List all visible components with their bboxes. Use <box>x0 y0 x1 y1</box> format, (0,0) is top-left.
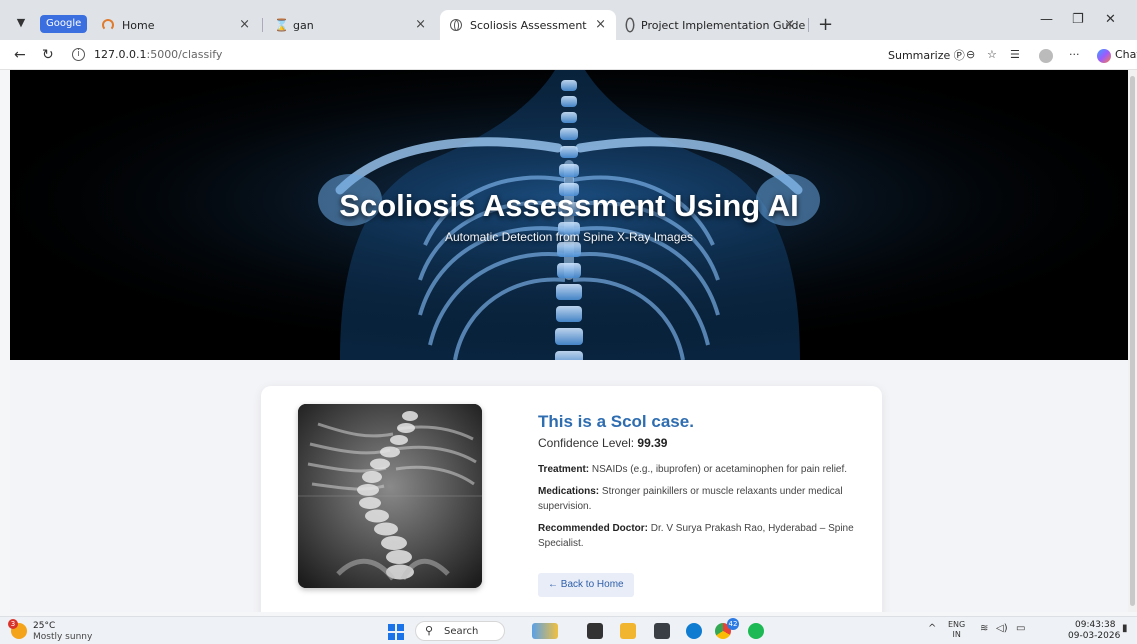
back-arrow-icon[interactable]: ← <box>14 47 26 63</box>
treatment-text: NSAIDs (e.g., ibuprofen) or acetaminophe… <box>591 464 848 475</box>
copilot-icon[interactable] <box>1097 49 1111 63</box>
tab-gan[interactable]: ⌛ gan × <box>264 10 436 40</box>
summarize-label: Summarize <box>888 49 951 62</box>
page-viewport: Scoliosis Assessment Using AI Automatic … <box>10 70 1128 612</box>
spotify-icon[interactable] <box>748 623 764 639</box>
tab-separator <box>262 18 263 32</box>
doctor-info: Recommended Doctor: Dr. V Surya Prakash … <box>538 521 858 551</box>
back-to-home-button[interactable]: ← Back to Home <box>538 573 634 597</box>
treatment-label: Treatment: <box>538 464 590 475</box>
language-indicator[interactable]: ENG IN <box>948 620 965 640</box>
wifi-icon[interactable]: ≋ <box>980 623 988 634</box>
weather-badge: 3 <box>8 619 18 629</box>
tab-actions-chevron-icon[interactable]: ▼ <box>10 12 32 34</box>
tray-chevron-up-icon[interactable]: ^ <box>928 623 936 634</box>
tab-separator <box>808 18 809 32</box>
file-explorer-icon[interactable] <box>620 623 636 639</box>
close-tab-icon[interactable]: × <box>239 17 250 32</box>
search-icon: ⚲ <box>425 624 434 637</box>
mail-app-icon[interactable] <box>654 623 670 639</box>
chrome-notification-badge: 42 <box>727 618 739 630</box>
xray-graphic <box>298 404 482 588</box>
widgets-app-icon[interactable] <box>532 623 558 639</box>
close-tab-icon[interactable]: × <box>415 17 426 32</box>
confidence-level: Confidence Level: 99.39 <box>538 436 858 450</box>
site-info-icon[interactable]: i <box>72 48 85 61</box>
url-text: 127.0.0.1:5000/classify <box>94 48 222 61</box>
battery-icon[interactable]: ▭ <box>1016 623 1025 634</box>
refresh-icon[interactable]: ↻ <box>42 47 54 63</box>
hourglass-favicon-icon: ⌛ <box>274 18 289 32</box>
volume-icon[interactable]: ◁) <box>996 623 1008 634</box>
url-host: 127.0.0.1 <box>94 48 147 61</box>
medications-label: Medications: <box>538 486 600 497</box>
taskbar-search[interactable]: ⚲ Search <box>415 621 505 641</box>
tab-strip: ▼ Google Home × ⌛ gan × Scoliosis Assess… <box>0 0 1137 40</box>
close-tab-icon[interactable]: × <box>784 17 795 32</box>
tab-title: Home <box>122 18 155 32</box>
hero-subtitle: Automatic Detection from Spine X-Ray Ima… <box>444 230 694 244</box>
task-view-icon[interactable] <box>587 623 603 639</box>
tab-scoliosis-assessment[interactable]: Scoliosis Assessment × <box>440 10 616 40</box>
edge-browser-icon[interactable] <box>686 623 702 639</box>
clock-time[interactable]: 09:43:38 <box>1075 620 1115 630</box>
page-scrollbar[interactable] <box>1128 70 1137 612</box>
globe-favicon-icon <box>450 19 462 31</box>
tab-title: Scoliosis Assessment <box>470 18 587 32</box>
tab-group-label[interactable]: Google <box>40 15 88 33</box>
confidence-label: Confidence Level: <box>538 436 635 450</box>
confidence-value: 99.39 <box>637 436 668 450</box>
profile-avatar-icon[interactable] <box>1039 49 1053 63</box>
address-bar: ← ↻ i 127.0.0.1:5000/classify Summarize … <box>0 40 1137 70</box>
zoom-icon[interactable]: ⊖ <box>966 48 975 61</box>
search-label: Search <box>444 626 479 637</box>
result-details: This is a Scol case. Confidence Level: 9… <box>538 412 858 551</box>
language-code: ENG <box>948 620 966 629</box>
chat-label[interactable]: Chat <box>1115 48 1137 61</box>
windows-start-icon[interactable] <box>388 624 404 640</box>
home-favicon-icon <box>102 19 114 31</box>
spine-xray-image <box>298 404 482 588</box>
close-tab-icon[interactable]: × <box>595 17 606 32</box>
result-title: This is a Scol case. <box>538 412 694 431</box>
chatgpt-favicon-icon <box>627 19 633 31</box>
hero-banner: Scoliosis Assessment Using AI Automatic … <box>10 70 1128 360</box>
treatment-info: Treatment: NSAIDs (e.g., ibuprofen) or a… <box>538 462 858 477</box>
new-tab-plus-icon[interactable]: + <box>818 14 833 35</box>
tab-title: gan <box>293 18 314 32</box>
favorite-star-icon[interactable]: ☆ <box>987 48 997 61</box>
taskbar: 3 25°C Mostly sunny ⚲ Search 42 ^ ENG IN … <box>0 616 1137 644</box>
more-options-icon[interactable]: ··· <box>1069 48 1080 61</box>
clock-date[interactable]: 09-03-2026 <box>1068 631 1120 641</box>
maximize-icon[interactable]: ❐ <box>1072 12 1084 27</box>
hero-title: Scoliosis Assessment Using AI <box>339 188 799 223</box>
doctor-label: Recommended Doctor: <box>538 523 649 534</box>
medications-info: Medications: Stronger painkillers or mus… <box>538 484 858 514</box>
tab-home[interactable]: Home × <box>92 10 260 40</box>
result-card: This is a Scol case. Confidence Level: 9… <box>261 386 882 612</box>
scrollbar-thumb[interactable] <box>1130 76 1135 606</box>
url-path: :5000/classify <box>146 48 223 61</box>
close-window-icon[interactable]: ✕ <box>1105 12 1116 27</box>
region-code: IN <box>952 630 961 639</box>
tab-project-implementation-guide[interactable]: Project Implementation Guide × <box>617 10 805 40</box>
weather-description[interactable]: Mostly sunny <box>33 632 92 642</box>
summarize-icon: Ⓟ <box>953 49 965 62</box>
minimize-icon[interactable]: — <box>1040 12 1053 27</box>
weather-temperature[interactable]: 25°C <box>33 621 55 631</box>
summarize-button[interactable]: Summarize Ⓟ <box>888 47 965 63</box>
url-field[interactable]: i 127.0.0.1:5000/classify <box>64 44 864 66</box>
tab-title: Project Implementation Guide <box>641 18 806 32</box>
favorites-list-icon[interactable]: ☰ <box>1010 48 1020 61</box>
notification-bell-icon[interactable]: ▮ <box>1122 623 1128 634</box>
